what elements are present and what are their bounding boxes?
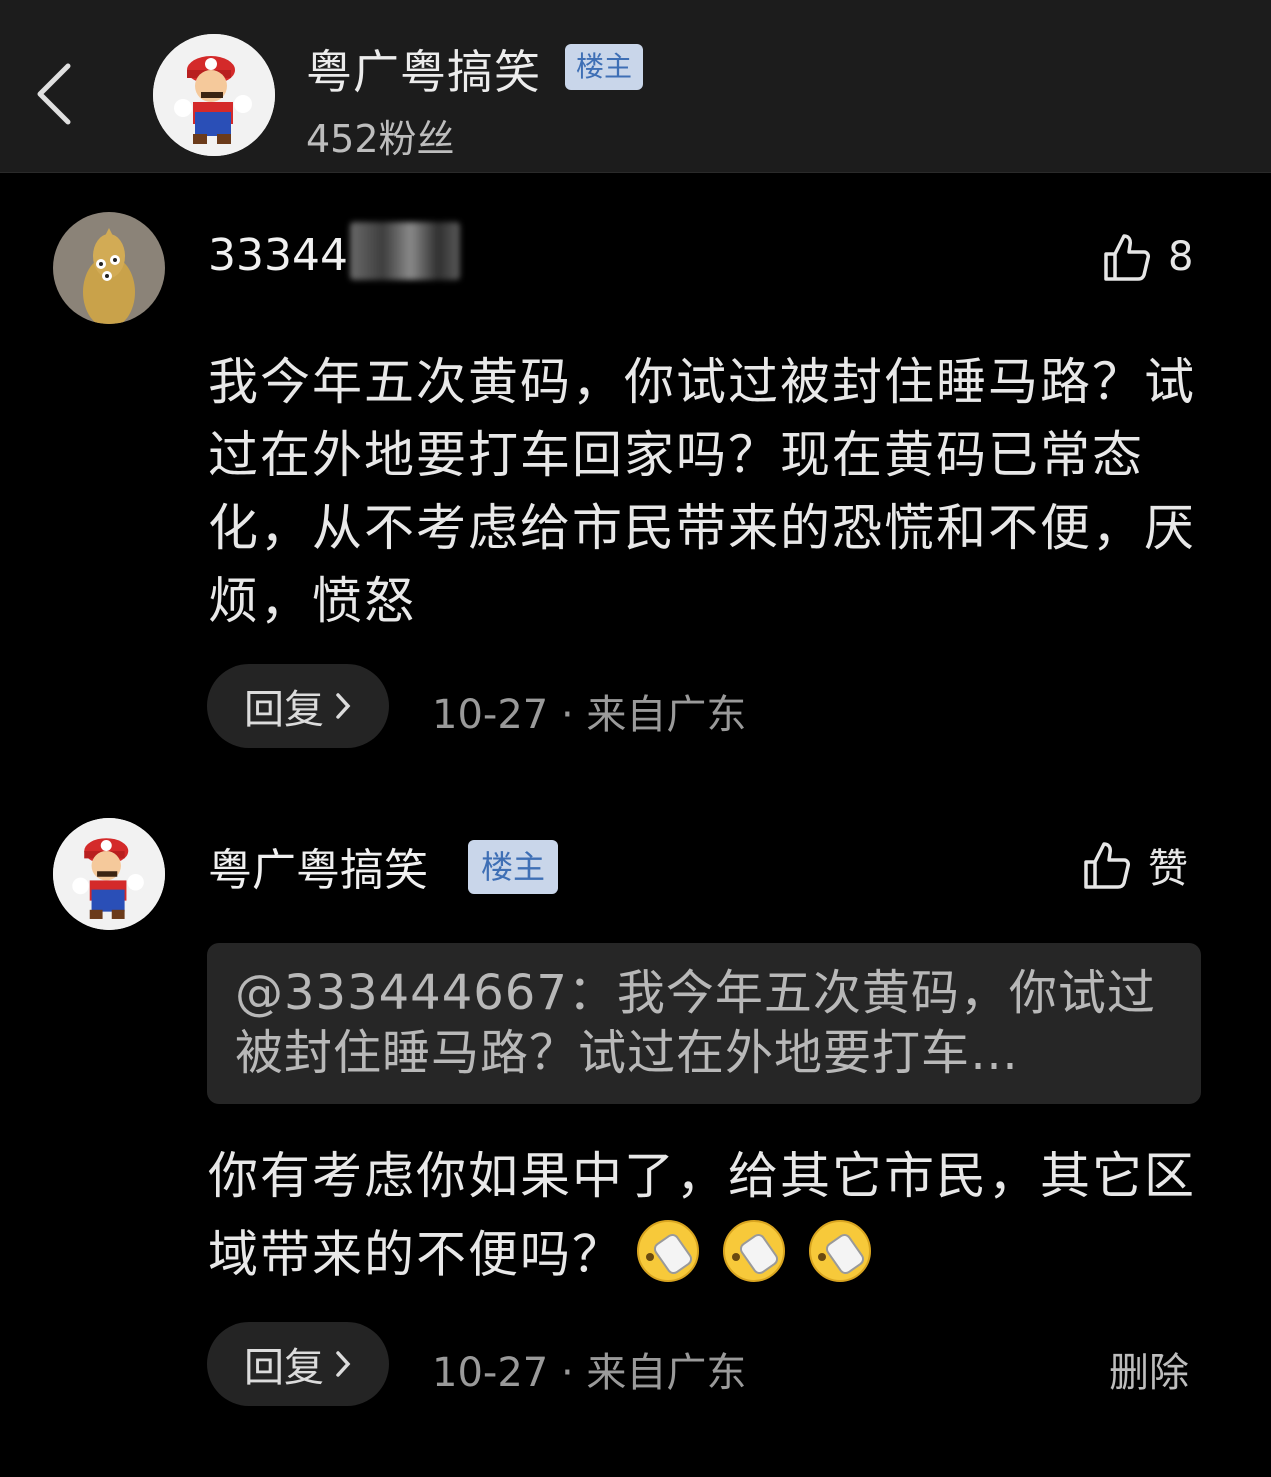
thumbs-up-icon — [1104, 234, 1150, 281]
peanut-avatar-icon — [53, 212, 165, 324]
reply-label: 回复 — [244, 687, 324, 733]
commenter-username[interactable]: 33344 — [208, 230, 348, 281]
username-blur — [350, 222, 460, 280]
commenter-avatar[interactable] — [53, 212, 165, 324]
top-bar: 粤广粤搞笑 楼主 452粉丝 — [0, 0, 1271, 173]
reply-button[interactable]: 回复 — [207, 1322, 389, 1406]
delete-button[interactable]: 删除 — [1109, 1340, 1189, 1398]
reply-meta: 10-27 · 来自广东 — [432, 1350, 747, 1396]
author-reply-badge: 楼主 — [468, 840, 559, 894]
comment-meta: 10-27 · 来自广东 — [432, 692, 747, 738]
author-avatar[interactable] — [153, 34, 275, 156]
author-reply-avatar[interactable] — [53, 818, 165, 930]
author-badge: 楼主 — [565, 44, 644, 90]
author-reply-username[interactable]: 粤广粤搞笑 — [208, 834, 428, 898]
chevron-right-icon — [336, 693, 351, 719]
mario-avatar-icon — [53, 818, 165, 930]
thumbs-up-icon — [1084, 842, 1130, 889]
like-button[interactable]: 赞 — [1082, 836, 1188, 894]
back-chevron-icon — [37, 63, 71, 125]
like-button[interactable]: 8 — [1102, 232, 1193, 282]
header-title[interactable]: 粤广粤搞笑 — [306, 36, 541, 102]
chevron-right-icon — [336, 1351, 351, 1377]
reply-body: 你有考虑你如果中了，给其它市民，其它区域带来的不便吗？ — [208, 1140, 1198, 1303]
reply-button[interactable]: 回复 — [207, 664, 389, 748]
reply-label: 回复 — [244, 1345, 324, 1391]
like-count: 8 — [1168, 234, 1194, 280]
mario-avatar-icon — [153, 34, 275, 156]
quoted-comment[interactable]: @333444667：我今年五次黄码，你试过被封住睡马路？试过在外地要打车… — [207, 943, 1201, 1104]
facepalm-emoji-icon — [802, 1213, 882, 1303]
comment-body: 我今年五次黄码，你试过被封住睡马路？试过在外地要打车回家吗？现在黄码已常态化，从… — [208, 353, 1196, 630]
like-label: 赞 — [1148, 846, 1188, 892]
facepalm-emoji-icon — [716, 1213, 796, 1303]
back-button[interactable] — [30, 58, 80, 130]
fans-count: 452粉丝 — [306, 117, 455, 161]
facepalm-emoji-icon — [630, 1213, 710, 1303]
